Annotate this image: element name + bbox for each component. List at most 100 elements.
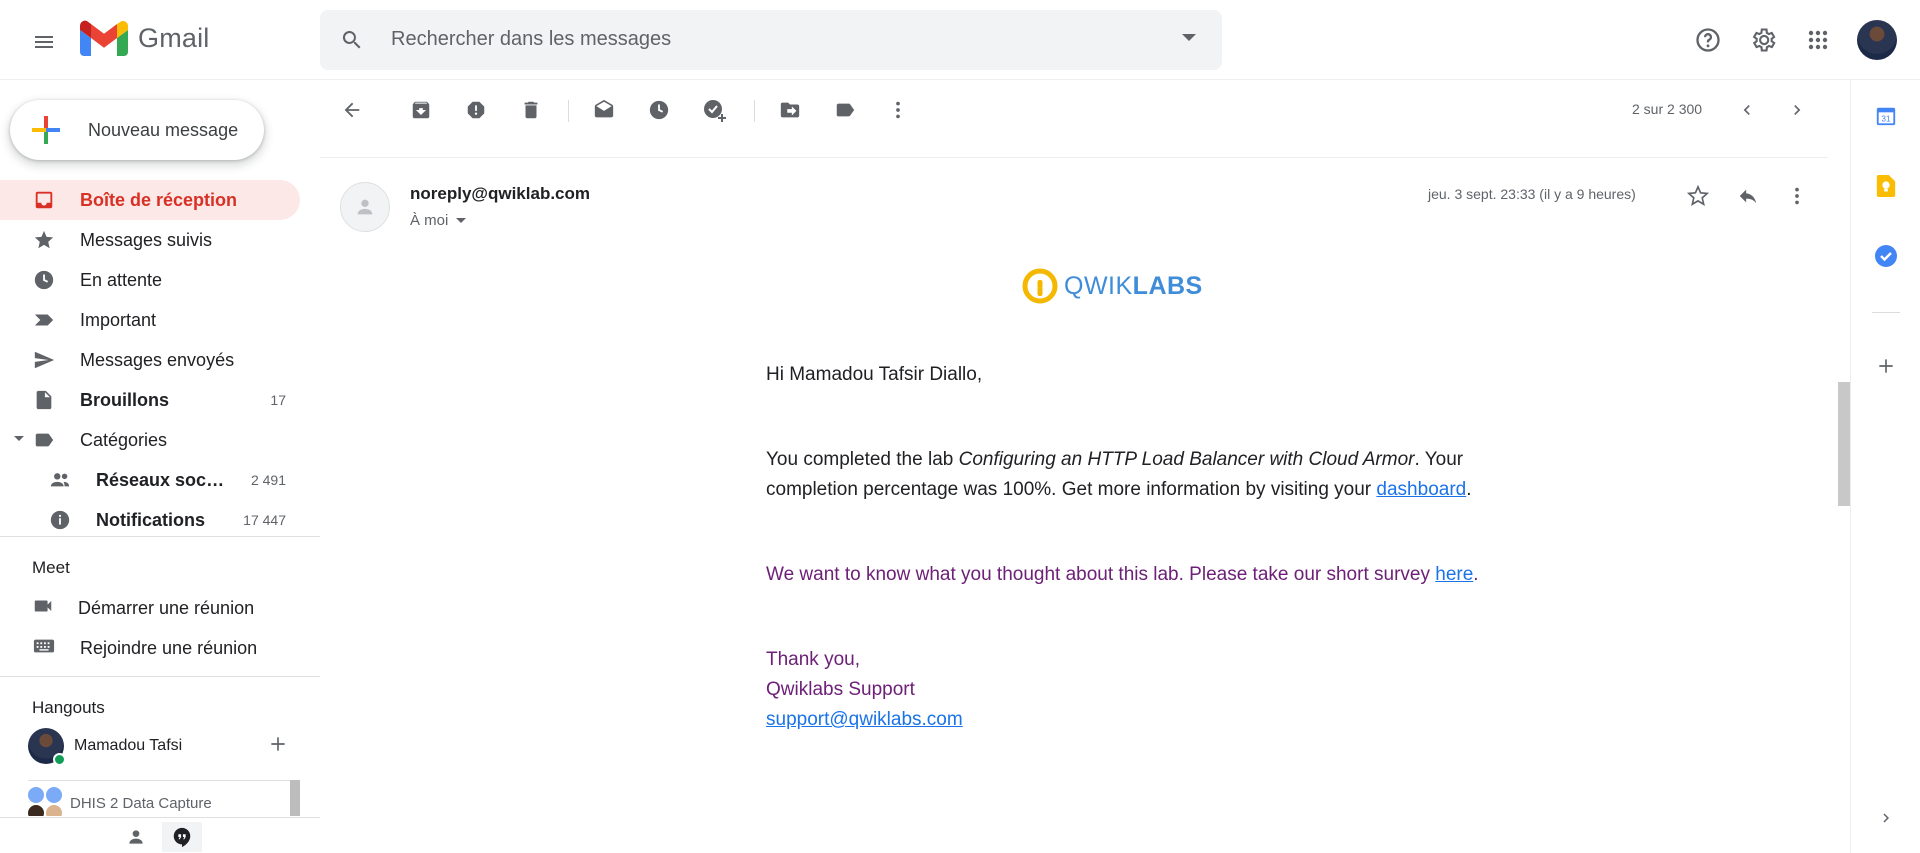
sidebar-item-snoozed[interactable]: En attente bbox=[0, 260, 300, 300]
signoff: Thank you, bbox=[766, 649, 860, 670]
sidebar-item-important[interactable]: Important bbox=[0, 300, 300, 340]
group-avatar bbox=[28, 785, 64, 816]
expand-arrow-icon[interactable] bbox=[14, 436, 24, 442]
archive-button[interactable] bbox=[401, 90, 441, 130]
people-icon bbox=[48, 468, 72, 492]
start-meeting-button[interactable]: Démarrer une réunion bbox=[32, 588, 254, 628]
avatar bbox=[28, 728, 66, 766]
search-bar[interactable]: Rechercher dans les messages bbox=[320, 10, 1222, 70]
side-panel-divider bbox=[1872, 312, 1900, 313]
move-to-button[interactable] bbox=[770, 90, 810, 130]
hangouts-title: Hangouts bbox=[32, 698, 105, 717]
recipient-details-toggle[interactable]: À moi bbox=[410, 212, 467, 229]
more-actions-button[interactable] bbox=[878, 90, 918, 130]
compose-label: Nouveau message bbox=[88, 119, 239, 140]
message-scrollbar[interactable] bbox=[1838, 382, 1850, 506]
star-button[interactable] bbox=[1678, 176, 1718, 216]
chevron-right-icon bbox=[1787, 100, 1807, 120]
newer-button[interactable] bbox=[1727, 90, 1767, 130]
list-item[interactable]: DHIS 2 Data Capture bbox=[28, 785, 300, 816]
search-options-icon[interactable] bbox=[1182, 34, 1196, 42]
message-more-button[interactable] bbox=[1777, 176, 1817, 216]
group-name: DHIS 2 Data Capture bbox=[70, 794, 212, 812]
person-icon bbox=[354, 196, 376, 218]
message-body: Hi Mamadou Tafsir Diallo, You completed … bbox=[766, 360, 1486, 735]
tasks-button[interactable] bbox=[1866, 236, 1906, 276]
start-meeting-label: Démarrer une réunion bbox=[78, 597, 255, 618]
add-icon[interactable] bbox=[268, 734, 288, 754]
sidebar-item-label: Réseaux sociaux bbox=[96, 469, 226, 490]
keyboard-icon bbox=[32, 635, 56, 662]
message-date: jeu. 3 sept. 23:33 (il y a 9 heures) bbox=[1428, 186, 1636, 202]
nav-list: Boîte de réception Messages suivis En at… bbox=[0, 180, 300, 540]
video-camera-icon bbox=[32, 595, 54, 622]
gmail-logo bbox=[80, 20, 128, 56]
main-menu-button[interactable] bbox=[24, 22, 64, 62]
text: You completed the lab bbox=[766, 449, 959, 470]
hangouts-tab[interactable] bbox=[162, 822, 202, 852]
keep-button[interactable] bbox=[1866, 166, 1906, 206]
sidebar-item-sent[interactable]: Messages envoyés bbox=[0, 340, 300, 380]
sidebar-item-categories[interactable]: Catégories bbox=[0, 420, 300, 460]
sidebar-item-label: Important bbox=[80, 309, 157, 330]
settings-button[interactable] bbox=[1743, 20, 1783, 60]
report-spam-button[interactable] bbox=[456, 90, 496, 130]
sidebar-item-social[interactable]: Réseaux sociaux 2 491 bbox=[0, 460, 300, 500]
contacts-tab[interactable] bbox=[116, 822, 156, 852]
apps-button[interactable] bbox=[1798, 20, 1838, 60]
dashboard-link[interactable]: dashboard bbox=[1376, 479, 1466, 500]
hangouts-user[interactable]: Mamadou Tafsi bbox=[28, 728, 183, 766]
qwiklabs-logo-icon bbox=[1022, 268, 1058, 304]
hangouts-bottom-bar bbox=[0, 817, 320, 853]
sender-email[interactable]: noreply@qwiklab.com bbox=[410, 184, 590, 204]
calendar-icon: 31 bbox=[1875, 105, 1897, 127]
send-icon bbox=[32, 348, 56, 372]
help-button[interactable] bbox=[1688, 20, 1728, 60]
show-side-panel-button[interactable] bbox=[1866, 798, 1906, 838]
mark-unread-button[interactable] bbox=[584, 90, 624, 130]
hangouts-conversation-list: DHIS 2 Data Capture bbox=[28, 780, 300, 816]
delete-icon bbox=[520, 99, 542, 121]
wordmark-part: QWIK bbox=[1064, 271, 1133, 300]
message-view: noreply@qwiklab.com À moi jeu. 3 sept. 2… bbox=[320, 160, 1828, 853]
back-icon bbox=[341, 99, 363, 121]
reply-button[interactable] bbox=[1728, 176, 1768, 216]
sidebar-item-label: Notifications bbox=[96, 509, 206, 530]
hangouts-user-name: Mamadou Tafsi bbox=[74, 737, 183, 754]
info-icon bbox=[48, 508, 72, 532]
compose-button[interactable]: Nouveau message bbox=[10, 100, 264, 160]
svg-text:31: 31 bbox=[1881, 115, 1891, 124]
star-outline-icon bbox=[1687, 185, 1709, 207]
survey-link[interactable]: here bbox=[1435, 564, 1473, 585]
qwiklabs-logo[interactable]: QWIKLABS bbox=[1022, 268, 1203, 304]
important-icon bbox=[32, 308, 56, 332]
snooze-button[interactable] bbox=[639, 90, 679, 130]
sidebar-item-starred[interactable]: Messages suivis bbox=[0, 220, 300, 260]
search-input[interactable]: Rechercher dans les messages bbox=[391, 28, 671, 51]
search-icon[interactable] bbox=[340, 28, 364, 52]
qwiklabs-wordmark: QWIKLABS bbox=[1064, 272, 1203, 301]
add-to-tasks-button[interactable] bbox=[694, 90, 734, 130]
back-button[interactable] bbox=[332, 90, 372, 130]
older-button[interactable] bbox=[1777, 90, 1817, 130]
calendar-button[interactable]: 31 bbox=[1866, 96, 1906, 136]
apps-icon bbox=[1806, 28, 1830, 52]
draft-icon bbox=[32, 388, 56, 412]
sidebar-item-drafts[interactable]: Brouillons 17 bbox=[0, 380, 300, 420]
reply-icon bbox=[1737, 185, 1759, 207]
chevron-down-icon bbox=[456, 217, 467, 224]
toolbar-divider bbox=[568, 100, 569, 122]
account-avatar[interactable] bbox=[1857, 20, 1897, 60]
get-addons-button[interactable] bbox=[1866, 346, 1906, 386]
join-meeting-button[interactable]: Rejoindre une réunion bbox=[32, 628, 257, 668]
side-panel: 31 bbox=[1850, 80, 1920, 853]
sidebar-item-inbox[interactable]: Boîte de réception bbox=[0, 180, 300, 220]
gmail-logo-link[interactable]: Gmail bbox=[80, 20, 210, 56]
survey-paragraph: We want to know what you thought about t… bbox=[766, 560, 1486, 590]
sidebar-item-notifications[interactable]: Notifications 17 447 bbox=[0, 500, 300, 540]
support-email-link[interactable]: support@qwiklabs.com bbox=[766, 709, 963, 730]
labels-button[interactable] bbox=[825, 90, 865, 130]
delete-button[interactable] bbox=[511, 90, 551, 130]
hangouts-scrollbar[interactable] bbox=[290, 780, 300, 816]
settings-icon bbox=[1749, 26, 1777, 54]
